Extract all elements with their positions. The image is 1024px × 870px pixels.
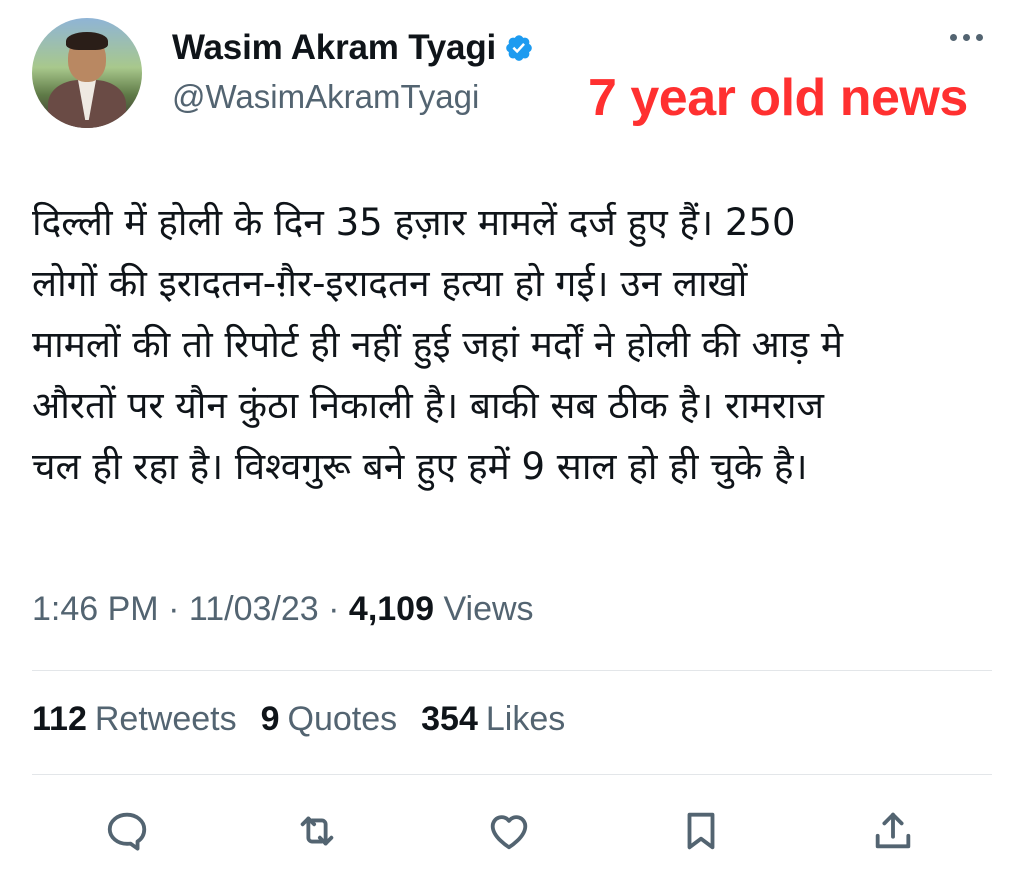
likes-count: 354 — [421, 700, 478, 738]
avatar-hair — [66, 32, 108, 50]
more-icon[interactable] — [950, 34, 983, 41]
retweets-count: 112 — [32, 700, 87, 738]
verified-badge-icon — [506, 35, 532, 61]
likes-label: Likes — [485, 700, 566, 738]
overlay-annotation: 7 year old news — [588, 69, 968, 127]
heart-icon[interactable] — [484, 806, 534, 856]
quotes-count: 9 — [260, 700, 280, 738]
bookmark-icon[interactable] — [676, 806, 726, 856]
tweet-text-line: दिल्ली में होली के दिन 35 हज़ार मामलें द… — [32, 201, 796, 244]
meta-separator: · — [328, 590, 349, 628]
divider — [32, 774, 992, 775]
author-handle[interactable]: @WasimAkramTyagi — [172, 78, 479, 116]
display-name[interactable]: Wasim Akram Tyagi — [172, 28, 496, 68]
quotes-label: Quotes — [287, 700, 398, 738]
tweet-text-line: औरतों पर यौन कुंठा निकाली है। बाकी सब ठी… — [32, 384, 824, 427]
tweet-text-line: मामलों की तो रिपोर्ट ही नहीं हुई जहां मर… — [32, 323, 844, 366]
tweet-header: Wasim Akram Tyagi @WasimAkramTyagi 7 yea… — [0, 0, 1024, 150]
retweets-stat[interactable]: 112 Retweets — [32, 700, 237, 739]
more-dot — [963, 34, 970, 41]
quotes-stat[interactable]: 9 Quotes — [261, 700, 398, 739]
retweets-label: Retweets — [94, 700, 237, 738]
retweet-icon[interactable] — [292, 806, 342, 856]
author-name-row[interactable]: Wasim Akram Tyagi — [172, 28, 534, 68]
avatar[interactable] — [32, 18, 142, 128]
more-dot — [950, 34, 957, 41]
tweet-meta: 1:46 PM · 11/03/23 · 4,109 Views — [32, 590, 534, 629]
tweet-time[interactable]: 1:46 PM — [32, 590, 159, 628]
meta-separator: · — [168, 590, 189, 628]
tweet-date[interactable]: 11/03/23 — [189, 590, 319, 628]
views-count: 4,109 — [348, 590, 435, 628]
share-icon[interactable] — [868, 806, 918, 856]
tweet-text-line: लोगों की इरादतन-ग़ैर-इरादतन हत्या हो गई।… — [32, 262, 748, 305]
action-bar — [0, 800, 1024, 860]
reply-icon[interactable] — [102, 806, 152, 856]
tweet-text-line: चल ही रहा है। विश्वगुरू बने हुए हमें 9 स… — [32, 445, 808, 488]
likes-stat[interactable]: 354 Likes — [421, 700, 565, 739]
views-label: Views — [443, 590, 534, 628]
divider — [32, 670, 992, 671]
engagement-stats: 112 Retweets 9 Quotes 354 Likes — [32, 700, 565, 739]
tweet-text: दिल्ली में होली के दिन 35 हज़ार मामलें द… — [32, 192, 997, 497]
more-dot — [976, 34, 983, 41]
